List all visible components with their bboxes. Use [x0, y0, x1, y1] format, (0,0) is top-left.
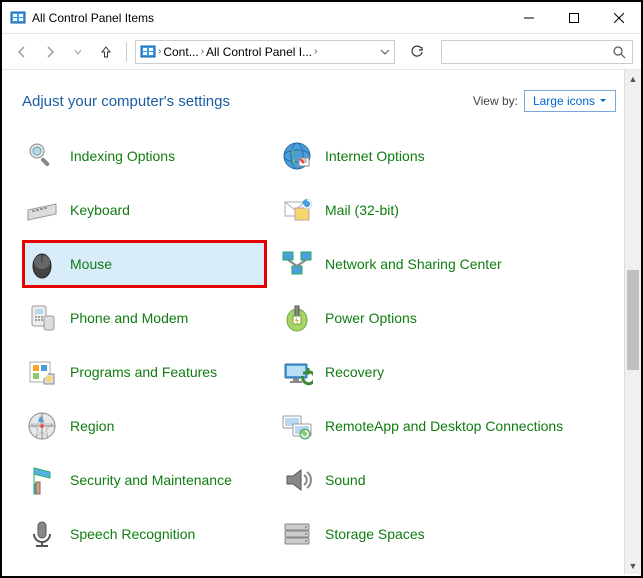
security-icon: [26, 464, 58, 496]
search-input[interactable]: [448, 45, 612, 59]
search-box[interactable]: [441, 40, 633, 64]
speech-icon: [26, 518, 58, 550]
breadcrumb-icon: [140, 44, 156, 60]
item-mail[interactable]: Mail (32-bit): [277, 186, 616, 234]
refresh-button[interactable]: [405, 40, 429, 64]
window-title: All Control Panel Items: [32, 11, 506, 25]
item-label: Network and Sharing Center: [325, 256, 502, 273]
vertical-scrollbar[interactable]: ▲ ▼: [624, 70, 641, 574]
page-title: Adjust your computer's settings: [22, 93, 473, 110]
item-remoteapp[interactable]: RemoteApp and Desktop Connections: [277, 402, 616, 450]
item-label: Region: [70, 418, 114, 435]
item-label: Programs and Features: [70, 364, 217, 381]
chevron-icon: ›: [314, 46, 317, 57]
forward-button[interactable]: [38, 40, 62, 64]
viewby-value: Large icons: [533, 94, 595, 108]
back-button[interactable]: [10, 40, 34, 64]
item-label: RemoteApp and Desktop Connections: [325, 418, 563, 435]
item-label: Power Options: [325, 310, 417, 327]
item-label: Mail (32-bit): [325, 202, 399, 219]
network-icon: [281, 248, 313, 280]
item-keyboard[interactable]: Keyboard: [22, 186, 267, 234]
address-bar[interactable]: › Cont... › All Control Panel I... ›: [135, 40, 395, 64]
item-label: Mouse: [70, 256, 112, 273]
item-security[interactable]: Security and Maintenance: [22, 456, 267, 504]
item-label: Phone and Modem: [70, 310, 188, 327]
internet-icon: [281, 140, 313, 172]
scroll-thumb[interactable]: [627, 270, 639, 370]
item-label: Sound: [325, 472, 365, 489]
window-controls: [506, 3, 641, 33]
item-recovery[interactable]: Recovery: [277, 348, 616, 396]
sound-icon: [281, 464, 313, 496]
item-sound[interactable]: Sound: [277, 456, 616, 504]
item-internet[interactable]: Internet Options: [277, 132, 616, 180]
keyboard-icon: [26, 194, 58, 226]
item-sync[interactable]: Sync Center: [22, 564, 267, 574]
item-storage[interactable]: Storage Spaces: [277, 510, 616, 558]
content-area: Adjust your computer's settings View by:…: [2, 70, 641, 574]
chevron-icon: ›: [158, 46, 161, 57]
chevron-icon: ›: [201, 46, 204, 57]
header-row: Adjust your computer's settings View by:…: [22, 90, 616, 112]
item-programs[interactable]: Programs and Features: [22, 348, 267, 396]
chevron-down-icon: [599, 97, 607, 105]
title-bar: All Control Panel Items: [2, 2, 641, 34]
breadcrumb-seg2[interactable]: All Control Panel I...: [206, 45, 312, 59]
close-button[interactable]: [596, 3, 641, 33]
system-icon: [281, 572, 313, 574]
viewby-dropdown[interactable]: Large icons: [524, 90, 616, 112]
power-icon: [281, 302, 313, 334]
up-button[interactable]: [94, 40, 118, 64]
viewby-label: View by:: [473, 94, 518, 108]
item-region[interactable]: Region: [22, 402, 267, 450]
item-label: Storage Spaces: [325, 526, 425, 543]
item-system[interactable]: System: [277, 564, 616, 574]
phone-icon: [26, 302, 58, 334]
item-speech[interactable]: Speech Recognition: [22, 510, 267, 558]
item-label: Internet Options: [325, 148, 425, 165]
storage-icon: [281, 518, 313, 550]
item-indexing[interactable]: Indexing Options: [22, 132, 267, 180]
minimize-button[interactable]: [506, 3, 551, 33]
items-grid: Indexing Options Internet Options Keyboard…: [22, 132, 616, 574]
chevron-down-icon[interactable]: [380, 47, 390, 57]
programs-icon: [26, 356, 58, 388]
item-mouse[interactable]: Mouse: [22, 240, 267, 288]
region-icon: [26, 410, 58, 442]
sync-icon: [26, 572, 58, 574]
nav-separator: [126, 42, 127, 62]
item-network[interactable]: Network and Sharing Center: [277, 240, 616, 288]
search-icon[interactable]: [612, 45, 626, 59]
nav-bar: › Cont... › All Control Panel I... ›: [2, 34, 641, 70]
scroll-down-button[interactable]: ▼: [625, 557, 641, 574]
mail-icon: [281, 194, 313, 226]
recent-dropdown[interactable]: [66, 40, 90, 64]
maximize-button[interactable]: [551, 3, 596, 33]
item-label: Indexing Options: [70, 148, 175, 165]
breadcrumb-seg1[interactable]: Cont...: [163, 45, 198, 59]
recovery-icon: [281, 356, 313, 388]
remoteapp-icon: [281, 410, 313, 442]
item-label: Keyboard: [70, 202, 130, 219]
item-label: Security and Maintenance: [70, 472, 232, 489]
item-label: Speech Recognition: [70, 526, 195, 543]
item-label: Recovery: [325, 364, 384, 381]
indexing-icon: [26, 140, 58, 172]
app-icon: [10, 10, 26, 26]
main-panel: Adjust your computer's settings View by:…: [2, 70, 624, 574]
item-phone[interactable]: Phone and Modem: [22, 294, 267, 342]
item-power[interactable]: Power Options: [277, 294, 616, 342]
scroll-up-button[interactable]: ▲: [625, 70, 641, 87]
mouse-icon: [26, 248, 58, 280]
